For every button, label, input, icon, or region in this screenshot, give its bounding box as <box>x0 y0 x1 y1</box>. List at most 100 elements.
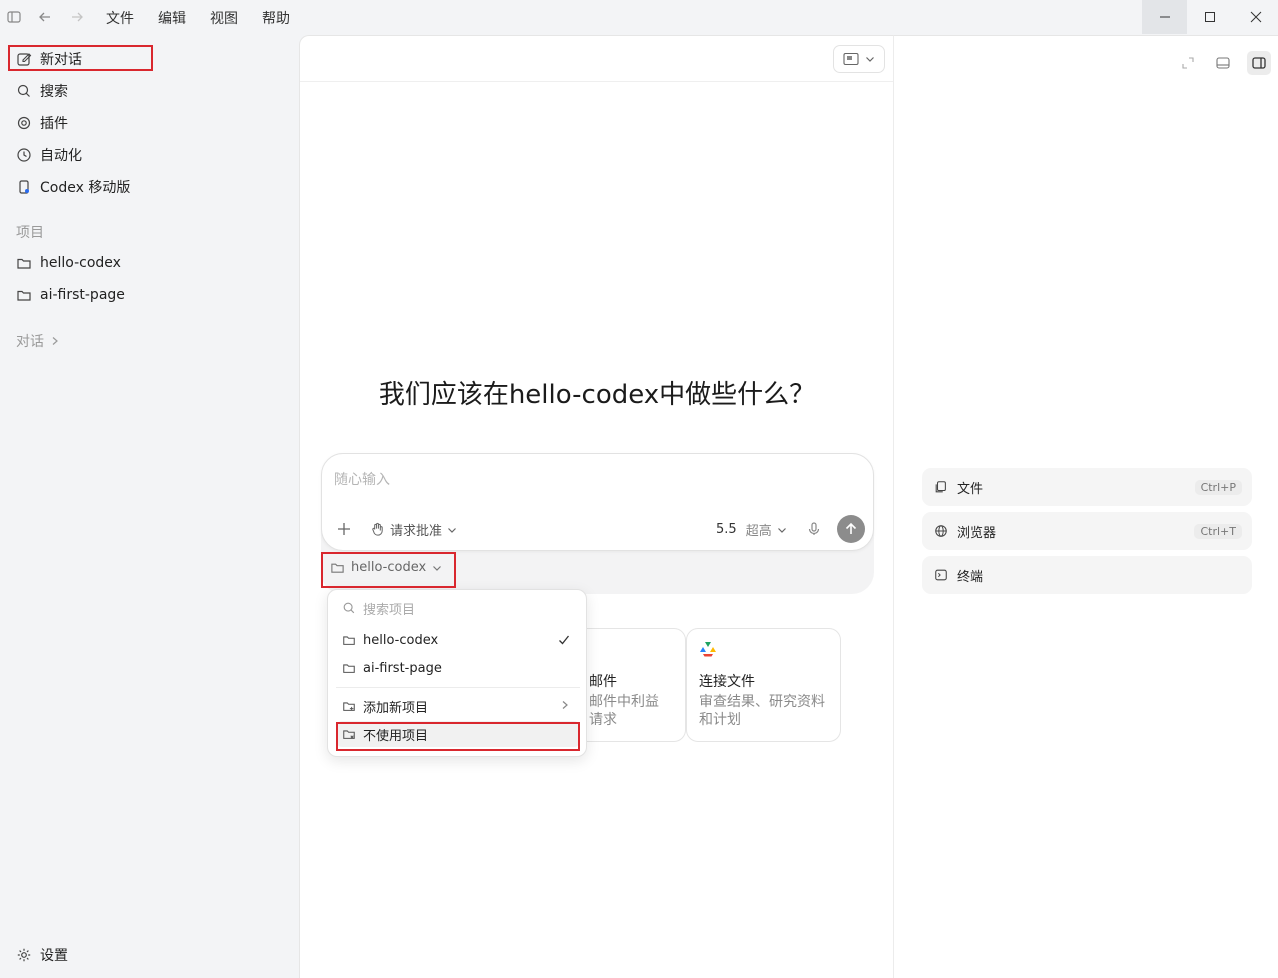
project-selector-label: hello-codex <box>351 560 427 575</box>
sidebar-project-hello-codex[interactable]: hello-codex <box>8 249 288 277</box>
sidebar: 新对话 搜索 插件 自动化 Codex 移动版 项目 hello-codex a… <box>0 34 298 978</box>
new-chat-label: 新对话 <box>40 52 82 68</box>
dropdown-project-ai-first-page[interactable]: ai-first-page <box>336 655 580 681</box>
approval-dropdown[interactable]: 请求批准 <box>370 520 457 539</box>
folder-plus-icon <box>342 699 356 713</box>
codex-mobile-button[interactable]: Codex 移动版 <box>8 173 288 201</box>
bottom-panel-toggle[interactable] <box>1213 53 1233 73</box>
files-icon <box>934 480 948 494</box>
chats-section-label: 对话 <box>16 334 44 350</box>
folder-icon <box>342 633 356 647</box>
gear-icon <box>16 947 32 963</box>
send-button[interactable] <box>837 515 865 543</box>
forward-icon[interactable] <box>69 9 85 25</box>
mic-icon <box>808 522 820 535</box>
maximize-button[interactable] <box>1187 0 1232 34</box>
projects-section-label: 项目 <box>16 225 44 241</box>
arrow-up-icon <box>845 522 857 534</box>
globe-icon <box>934 524 948 538</box>
add-project-item[interactable]: 添加新项目 <box>336 693 580 719</box>
chevron-down-icon <box>865 54 875 64</box>
codex-mobile-label: Codex 移动版 <box>40 180 131 196</box>
sidebar-toggle-icon[interactable] <box>6 9 22 25</box>
model-version: 5.5 <box>716 522 737 537</box>
dropdown-project-hello-codex[interactable]: hello-codex <box>336 627 580 653</box>
terminal-icon <box>934 568 948 582</box>
project-name: ai-first-page <box>363 660 442 676</box>
tool-label: 文件 <box>957 481 984 497</box>
chevron-right-icon <box>560 700 570 710</box>
new-chat-button[interactable]: 新对话 <box>8 45 288 73</box>
check-icon <box>558 634 570 646</box>
page-title: 我们应该在hello-codex中做些什么？ <box>378 380 816 410</box>
back-icon[interactable] <box>37 9 53 25</box>
composer[interactable]: 随心输入 请求批准 5.5 超高 <box>321 453 874 551</box>
menu-help[interactable]: 帮助 <box>262 8 290 28</box>
folder-x-icon <box>342 727 356 741</box>
main-header <box>300 36 894 82</box>
phone-icon <box>16 179 32 195</box>
project-dropdown: 搜索项目 hello-codex ai-first-page 添加新项目 不使用… <box>327 589 587 757</box>
menu-file[interactable]: 文件 <box>106 8 134 28</box>
chats-section-toggle[interactable]: 对话 <box>16 331 60 351</box>
title-bar: 文件 编辑 视图 帮助 <box>0 0 1278 34</box>
divider <box>336 687 580 688</box>
search-button[interactable]: 搜索 <box>8 77 288 105</box>
close-button[interactable] <box>1233 0 1278 34</box>
chevron-down-icon <box>777 527 786 533</box>
project-selector[interactable]: hello-codex <box>330 560 442 575</box>
side-panel-toggle[interactable] <box>1247 51 1271 75</box>
project-name: hello-codex <box>363 632 439 648</box>
shortcut-badge: Ctrl+P <box>1194 480 1242 495</box>
tool-browser[interactable]: 浏览器 Ctrl+T <box>922 512 1252 550</box>
expand-icon <box>1182 57 1194 69</box>
card-title: 邮件 <box>589 674 617 690</box>
reasoning-level: 超高 <box>745 524 772 539</box>
automation-button[interactable]: 自动化 <box>8 141 288 169</box>
shortcut-badge: Ctrl+T <box>1194 524 1242 539</box>
menu-view[interactable]: 视图 <box>210 8 238 28</box>
search-icon <box>16 83 32 99</box>
tool-terminal[interactable]: 终端 <box>922 556 1252 594</box>
minimize-button[interactable] <box>1142 0 1187 34</box>
clock-icon <box>16 147 32 163</box>
search-icon <box>342 601 356 615</box>
no-project-label: 不使用项目 <box>363 728 429 744</box>
plugins-label: 插件 <box>40 116 68 132</box>
hand-icon <box>372 522 383 536</box>
project-label: ai-first-page <box>40 287 125 303</box>
chevron-right-icon <box>50 336 60 346</box>
tool-files[interactable]: 文件 Ctrl+P <box>922 468 1252 506</box>
chevron-down-icon <box>433 565 442 571</box>
edit-icon <box>16 51 32 67</box>
composer-placeholder[interactable]: 随心输入 <box>334 469 390 489</box>
automation-label: 自动化 <box>40 148 82 164</box>
folder-icon <box>331 563 344 573</box>
project-search-input[interactable]: 搜索项目 <box>336 595 580 621</box>
approval-label: 请求批准 <box>390 524 443 539</box>
mic-button[interactable] <box>806 521 822 537</box>
plugins-button[interactable]: 插件 <box>8 109 288 137</box>
suggestion-card-connect-files[interactable]: 连接文件 审查结果、研究资料和计划 <box>686 628 841 742</box>
plus-icon <box>338 523 350 535</box>
attach-button[interactable] <box>336 521 352 537</box>
card-desc: 邮件中利益请求 <box>589 694 659 728</box>
chevron-down-icon <box>448 527 456 533</box>
card-title: 连接文件 <box>699 674 755 690</box>
project-search-placeholder: 搜索项目 <box>363 602 416 618</box>
add-project-label: 添加新项目 <box>363 700 429 716</box>
card-desc: 审查结果、研究资料和计划 <box>699 694 825 728</box>
sidebar-project-ai-first-page[interactable]: ai-first-page <box>8 281 288 309</box>
expand-button[interactable] <box>1178 53 1198 73</box>
settings-button[interactable]: 设置 <box>8 941 288 969</box>
folder-icon <box>342 661 356 675</box>
no-project-item[interactable]: 不使用项目 <box>336 721 580 747</box>
at-icon <box>16 115 32 131</box>
model-dropdown[interactable]: 5.5 超高 <box>716 520 787 539</box>
menu-edit[interactable]: 编辑 <box>158 8 186 28</box>
view-mode-picker[interactable] <box>833 45 885 73</box>
image-mode-icon <box>843 52 859 66</box>
main-panel: 我们应该在hello-codex中做些什么？ 随心输入 请求批准 5.5 超高 … <box>299 35 894 978</box>
panel-bottom-icon <box>1216 57 1230 69</box>
folder-icon <box>16 255 32 271</box>
